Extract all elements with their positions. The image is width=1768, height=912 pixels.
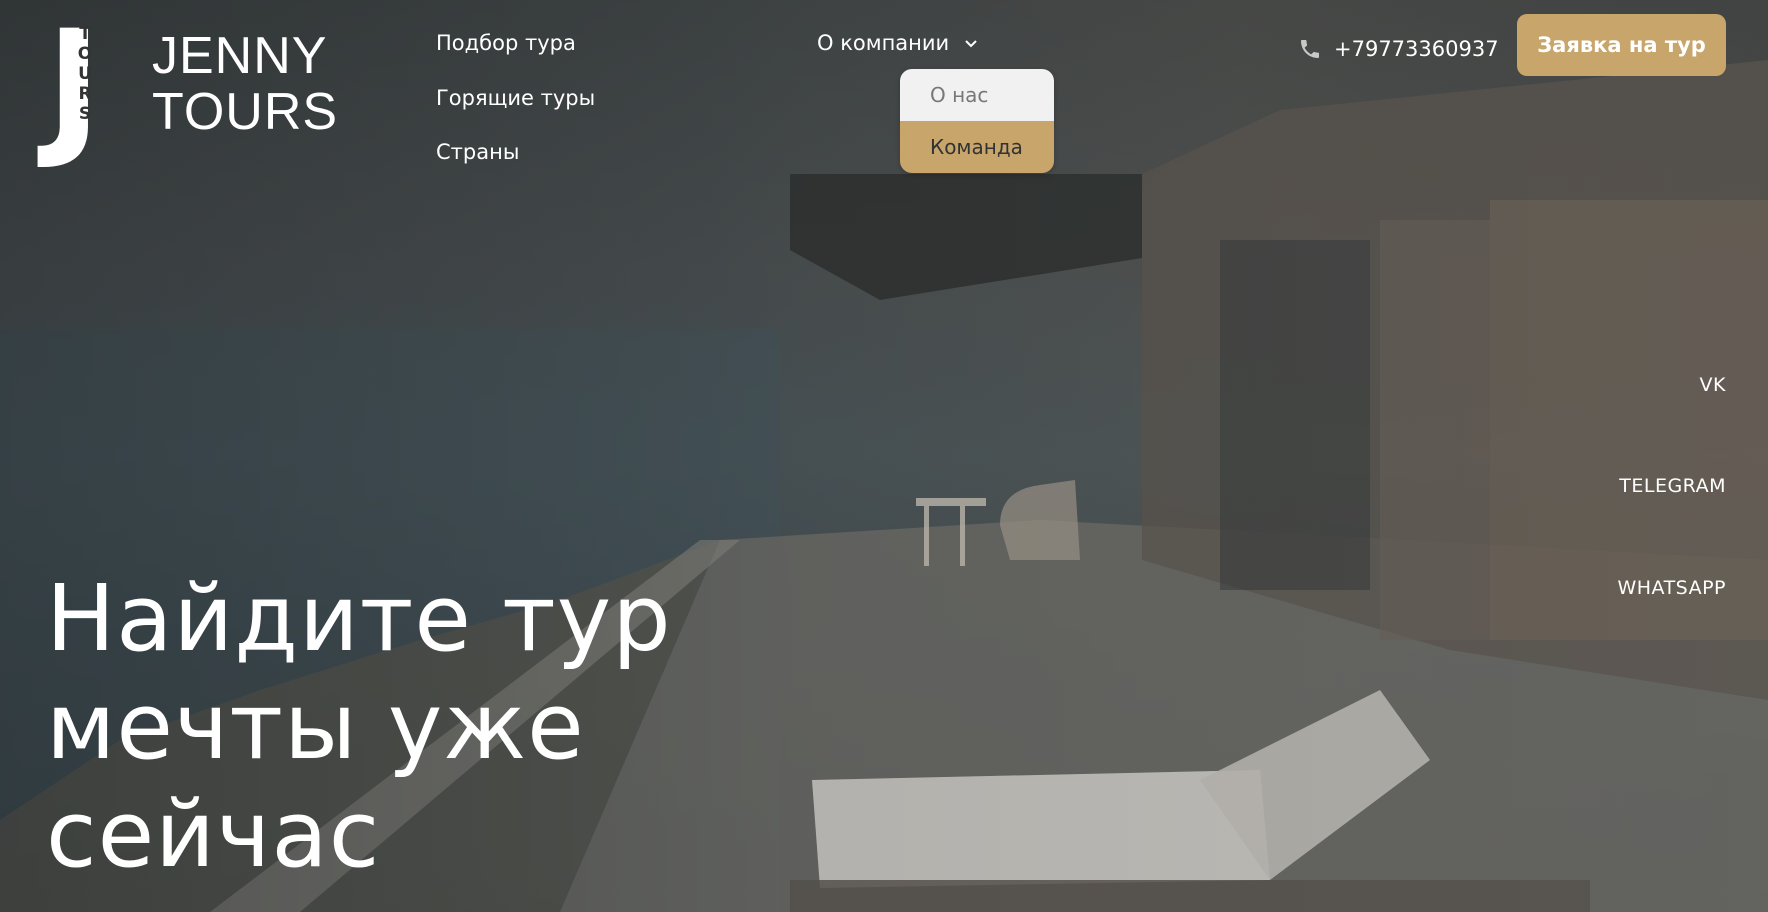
nav-company-label: О компании xyxy=(817,31,950,55)
social-link-telegram[interactable]: TELEGRAM xyxy=(1619,475,1726,497)
logo-vertical-letter: U xyxy=(78,64,92,84)
hero-headline-line-3: сейчас xyxy=(46,781,381,888)
social-link-whatsapp[interactable]: WHATSAPP xyxy=(1617,577,1726,599)
social-link-vk[interactable]: VK xyxy=(1700,374,1726,396)
nav-company-dropdown-toggle[interactable]: О компании xyxy=(817,31,978,55)
logo-line-2: TOURS xyxy=(152,83,339,141)
logo-vertical-letter: O xyxy=(77,44,93,64)
logo-vertical-letters: TOURS xyxy=(76,24,94,124)
hero-headline-line-1: Найдите тур xyxy=(46,565,672,672)
dropdown-item-about[interactable]: О нас xyxy=(900,69,1054,121)
hero-headline-line-2: мечты уже xyxy=(46,673,585,780)
company-dropdown-menu: О нас Команда xyxy=(900,69,1054,173)
logo-mark-vertical-text: TOURS xyxy=(76,24,94,124)
logo-vertical-letter: T xyxy=(79,24,91,44)
nav-link-countries[interactable]: Страны xyxy=(436,140,519,164)
logo-vertical-letter: R xyxy=(78,84,92,104)
site-logo[interactable]: J TOURS JENNY TOURS xyxy=(46,11,356,161)
dropdown-item-team[interactable]: Команда xyxy=(900,121,1054,173)
phone-contact[interactable]: +79773360937 xyxy=(1298,34,1499,64)
nav-link-hot-tours[interactable]: Горящие туры xyxy=(436,86,595,110)
hero-headline: Найдите тур мечты уже сейчас xyxy=(46,565,746,889)
phone-icon xyxy=(1301,40,1319,58)
logo-vertical-letter: S xyxy=(78,104,92,124)
logo-line-1: JENNY xyxy=(152,27,328,85)
chevron-down-icon xyxy=(965,40,977,48)
tour-request-button[interactable]: Заявка на тур xyxy=(1517,14,1726,76)
phone-number: +79773360937 xyxy=(1334,37,1499,61)
nav-link-tour-selection[interactable]: Подбор тура xyxy=(436,31,576,55)
